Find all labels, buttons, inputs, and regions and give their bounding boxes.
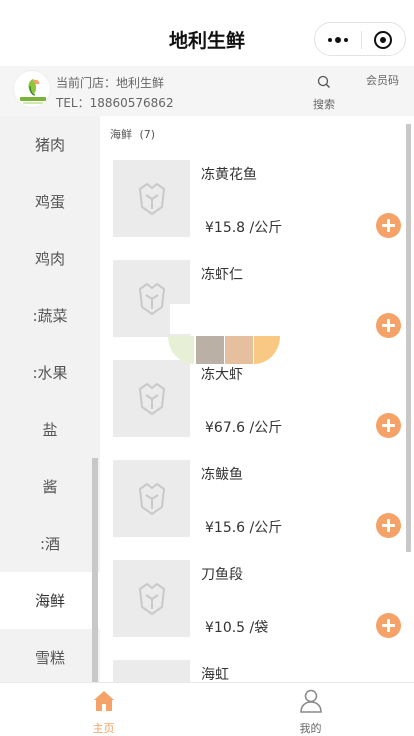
product-item[interactable]: 冻大虾 ¥67.6 /公斤	[113, 360, 403, 438]
sidebar-item-vegetables[interactable]: :蔬菜	[0, 287, 100, 344]
product-name: 冻虾仁	[201, 267, 243, 283]
mini-program-capsule	[314, 22, 406, 56]
product-price: ¥15.6 /公斤	[205, 520, 283, 536]
user-icon	[300, 689, 322, 713]
product-name: 冻黄花鱼	[201, 167, 257, 183]
product-image-placeholder	[113, 560, 190, 637]
search-icon	[317, 75, 330, 88]
product-item[interactable]: 冻鲅鱼 ¥15.6 /公斤	[113, 460, 403, 538]
product-price: ¥67.6 /公斤	[205, 420, 283, 436]
section-count: (7)	[139, 128, 156, 141]
store-logo	[13, 70, 51, 108]
image-placeholder-icon	[138, 382, 166, 416]
loading-indicator	[168, 304, 280, 364]
product-item[interactable]: 海虹	[113, 660, 403, 682]
product-image-placeholder	[113, 660, 190, 682]
section-title: 海鲜	[110, 128, 132, 141]
sidebar-item-eggs[interactable]: 鸡蛋	[0, 173, 100, 230]
product-item[interactable]: 冻黄花鱼 ¥15.8 /公斤	[113, 160, 403, 238]
member-code-button[interactable]: 会员码	[366, 72, 399, 88]
product-price: ¥10.5 /袋	[205, 620, 269, 636]
sidebar-item-pork[interactable]: 猪肉	[0, 116, 100, 173]
close-program-icon[interactable]	[374, 31, 392, 49]
image-placeholder-icon	[138, 182, 166, 216]
store-name: 当前门店：地利生鲜	[56, 76, 165, 90]
image-placeholder-icon	[138, 282, 166, 316]
product-name: 刀鱼段	[201, 567, 243, 583]
sidebar-item-seafood[interactable]: 海鲜	[0, 572, 100, 629]
sidebar-scrollbar[interactable]	[92, 458, 98, 682]
tab-mine-label: 我的	[299, 722, 322, 735]
sidebar-item-salt[interactable]: 盐	[0, 401, 100, 458]
sidebar-item-chicken[interactable]: 鸡肉	[0, 230, 100, 287]
product-name: 冻鲅鱼	[201, 467, 243, 483]
search-button[interactable]: 搜索	[308, 72, 340, 112]
more-options-icon[interactable]	[325, 30, 351, 50]
tab-home-label: 主页	[92, 722, 115, 735]
store-phone[interactable]: TEL：18860576862	[56, 94, 174, 111]
add-to-cart-button[interactable]	[376, 413, 401, 438]
product-image-placeholder	[113, 160, 190, 237]
sidebar-item-liquor[interactable]: :酒	[0, 515, 100, 572]
product-list-scrollbar[interactable]	[406, 124, 411, 552]
product-item[interactable]: 刀鱼段 ¥10.5 /袋	[113, 560, 403, 638]
sidebar-item-ice-cream[interactable]: 雪糕	[0, 629, 100, 682]
product-list: 海鲜 (7) 冻黄花鱼 ¥15.8 /公斤 冻虾仁 冻大虾 ¥67.6 /公斤 …	[100, 116, 414, 682]
tab-bar: 主页 我的	[0, 682, 414, 736]
add-to-cart-button[interactable]	[376, 513, 401, 538]
product-name: 海虹	[201, 667, 229, 682]
image-placeholder-icon	[138, 482, 166, 516]
product-name: 冻大虾	[201, 367, 243, 383]
sidebar-item-sauce[interactable]: 酱	[0, 458, 100, 515]
add-to-cart-button[interactable]	[376, 213, 401, 238]
tab-home[interactable]: 主页	[0, 683, 207, 736]
add-to-cart-button[interactable]	[376, 613, 401, 638]
product-image-placeholder	[113, 360, 190, 437]
product-image-placeholder	[113, 460, 190, 537]
search-label: 搜索	[313, 98, 335, 111]
category-sidebar: 猪肉 鸡蛋 鸡肉 :蔬菜 :水果 盐 酱 :酒 海鲜 雪糕	[0, 116, 100, 682]
add-to-cart-button[interactable]	[376, 313, 401, 338]
store-bar: 当前门店：地利生鲜 TEL：18860576862 搜索 会员码	[0, 66, 414, 116]
nav-bar: 地利生鲜	[0, 0, 414, 66]
home-icon	[94, 691, 114, 711]
section-header: 海鲜 (7)	[110, 126, 155, 142]
product-price: ¥15.8 /公斤	[205, 220, 283, 236]
sidebar-item-fruit[interactable]: :水果	[0, 344, 100, 401]
image-placeholder-icon	[138, 582, 166, 616]
capsule-divider	[361, 31, 362, 49]
tab-mine[interactable]: 我的	[207, 683, 414, 736]
